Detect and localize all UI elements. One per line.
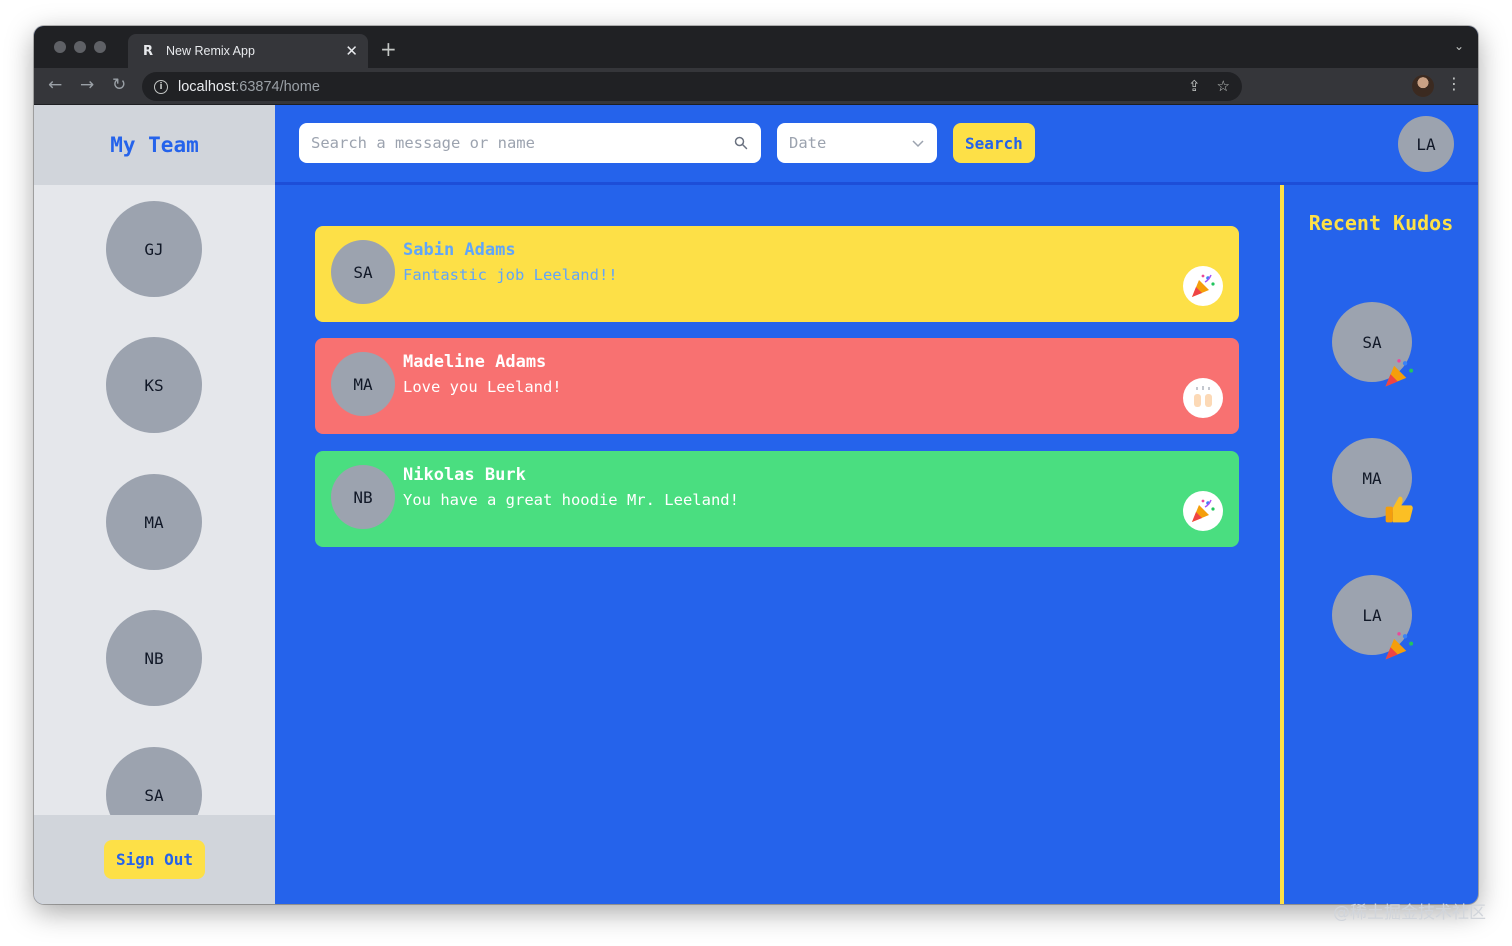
kudo-card[interactable]: MA Madeline Adams Love you Leeland! bbox=[315, 338, 1239, 434]
user-avatar[interactable]: LA bbox=[1398, 116, 1454, 172]
recent-kudo-avatar[interactable]: MA bbox=[1332, 438, 1413, 523]
site-info-icon[interactable]: i bbox=[154, 79, 168, 94]
sidebar-header: My Team bbox=[34, 105, 275, 185]
team-member-avatar[interactable]: KS bbox=[106, 337, 202, 433]
team-member-avatar[interactable]: SA bbox=[106, 747, 202, 815]
watermark-text: @稀土掘金技术社区 bbox=[1333, 903, 1486, 923]
date-select-label: Date bbox=[789, 134, 827, 152]
browser-toolbar: ← → ↻ i localhost:63874/home ⇪ ☆ ⋮ bbox=[34, 68, 1478, 105]
tab-title: New Remix App bbox=[166, 44, 255, 58]
kudo-message: You have a great hoodie Mr. Leeland! bbox=[403, 491, 739, 509]
sidebar-footer: Sign Out bbox=[34, 815, 275, 904]
browser-window: R New Remix App ✕ + ⌄ ← → ↻ i localhost:… bbox=[34, 26, 1478, 904]
url-path: :63874/home bbox=[235, 78, 320, 95]
search-field[interactable] bbox=[299, 123, 761, 163]
party-popper-icon bbox=[1183, 266, 1223, 306]
browser-menu-icon[interactable]: ⋮ bbox=[1446, 74, 1462, 93]
party-popper-icon bbox=[1385, 632, 1414, 660]
kudo-author-name: Nikolas Burk bbox=[403, 465, 526, 485]
team-member-avatar[interactable]: MA bbox=[106, 474, 202, 570]
bookmark-star-icon[interactable]: ☆ bbox=[1217, 77, 1230, 95]
back-arrow-icon[interactable]: ← bbox=[48, 75, 62, 95]
search-icon bbox=[734, 136, 748, 150]
party-popper-icon bbox=[1183, 491, 1223, 531]
profile-avatar[interactable] bbox=[1412, 75, 1434, 97]
browser-tab[interactable]: R New Remix App ✕ bbox=[128, 34, 368, 68]
team-sidebar: My Team GJ KS MA NB SA Sign Out bbox=[34, 105, 275, 904]
kudo-card[interactable]: NB Nikolas Burk You have a great hoodie … bbox=[315, 451, 1239, 547]
forward-arrow-icon[interactable]: → bbox=[80, 75, 94, 95]
kudos-feed: SA Sabin Adams Fantastic job Leeland!! M… bbox=[275, 185, 1280, 904]
recent-kudo-initials: MA bbox=[1362, 468, 1382, 488]
recent-kudos-panel: Recent Kudos SA MA LA bbox=[1280, 185, 1478, 904]
date-sort-select[interactable]: Date bbox=[777, 123, 937, 163]
kudo-author-avatar: NB bbox=[331, 465, 395, 529]
recent-kudo-avatar[interactable]: SA bbox=[1332, 302, 1414, 387]
kudo-message: Fantastic job Leeland!! bbox=[403, 266, 618, 284]
team-member-list[interactable]: GJ KS MA NB SA bbox=[34, 185, 275, 815]
kudo-author-name: Sabin Adams bbox=[403, 240, 516, 260]
kudo-card[interactable]: SA Sabin Adams Fantastic job Leeland!! bbox=[315, 226, 1239, 322]
url-text[interactable]: localhost:63874/home bbox=[178, 79, 320, 95]
app-root: My Team GJ KS MA NB SA Sign Out Search a… bbox=[34, 105, 1478, 904]
url-host: localhost bbox=[178, 78, 236, 95]
search-bar: Date Search LA bbox=[275, 105, 1478, 185]
sign-out-button[interactable]: Sign Out bbox=[103, 840, 206, 879]
new-tab-icon[interactable]: + bbox=[380, 37, 397, 61]
address-bar[interactable]: i localhost:63874/home ⇪ ☆ bbox=[142, 72, 1242, 101]
recent-kudos-title: Recent Kudos bbox=[1308, 211, 1454, 235]
sidebar-title: My Team bbox=[110, 133, 199, 157]
kudo-author-name: Madeline Adams bbox=[403, 352, 547, 372]
party-popper-icon bbox=[1385, 359, 1414, 387]
tab-close-icon[interactable]: ✕ bbox=[345, 42, 358, 60]
browser-tabbar: R New Remix App ✕ + ⌄ bbox=[34, 26, 1478, 68]
search-button[interactable]: Search bbox=[953, 123, 1035, 163]
raising-hands-icon bbox=[1183, 378, 1223, 418]
thumbs-up-icon bbox=[1385, 496, 1413, 523]
reload-icon[interactable]: ↻ bbox=[112, 75, 126, 95]
recent-kudo-initials: SA bbox=[1362, 332, 1382, 352]
team-member-avatar[interactable]: NB bbox=[106, 610, 202, 706]
maximize-window-dot[interactable] bbox=[94, 41, 106, 53]
minimize-window-dot[interactable] bbox=[74, 41, 86, 53]
team-member-avatar[interactable]: GJ bbox=[106, 201, 202, 297]
kudo-message: Love you Leeland! bbox=[403, 378, 562, 396]
kudo-author-avatar: MA bbox=[331, 352, 395, 416]
close-window-dot[interactable] bbox=[54, 41, 66, 53]
remix-favicon-icon: R bbox=[142, 43, 153, 59]
tab-search-chevron-icon[interactable]: ⌄ bbox=[1454, 39, 1464, 53]
recent-kudo-avatar[interactable]: LA bbox=[1332, 575, 1414, 660]
search-input[interactable] bbox=[311, 134, 733, 152]
recent-kudo-initials: LA bbox=[1362, 605, 1382, 625]
kudo-author-avatar: SA bbox=[331, 240, 395, 304]
chevron-down-icon bbox=[912, 140, 924, 148]
share-icon[interactable]: ⇪ bbox=[1188, 77, 1201, 95]
